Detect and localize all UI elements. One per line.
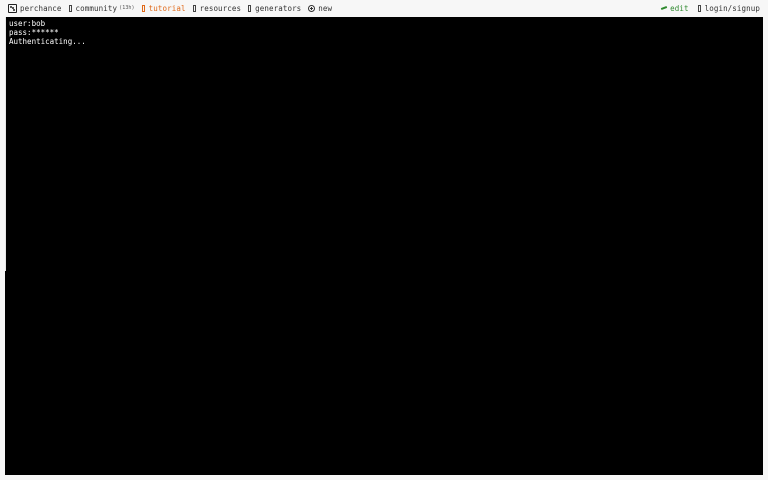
- nav-item-community[interactable]: community (13h): [68, 3, 135, 13]
- nav-item-new[interactable]: new: [308, 4, 332, 13]
- nav-left-group: perchance community (13h) tutorial resou…: [8, 3, 339, 13]
- nav-item-generators[interactable]: generators: [248, 4, 301, 13]
- nav-right-group: edit login/signup: [652, 4, 760, 13]
- nav-item-tutorial[interactable]: tutorial: [141, 3, 186, 13]
- login-icon: [697, 4, 701, 12]
- community-icon: [68, 4, 72, 12]
- top-nav-bar: perchance community (13h) tutorial resou…: [0, 0, 768, 16]
- community-count-badge: (13h): [119, 5, 135, 11]
- nav-tutorial-label: tutorial: [148, 3, 186, 13]
- nav-resources-label: resources: [199, 3, 242, 13]
- nav-brand-label: perchance: [20, 3, 62, 13]
- generators-icon: [248, 4, 252, 12]
- terminal-output[interactable]: user:bob pass:****** Authenticating...: [5, 17, 763, 475]
- nav-edit-label: edit: [670, 3, 689, 13]
- nav-login-label: login/signup: [704, 3, 760, 13]
- terminal-line-user: user:bob: [9, 19, 46, 28]
- dice-icon: [8, 3, 17, 13]
- circle-plus-icon: [308, 4, 316, 12]
- terminal-line-pass: pass:******: [9, 28, 59, 37]
- nav-community-label: community: [75, 3, 118, 13]
- nav-item-resources[interactable]: resources: [192, 3, 242, 13]
- nav-item-edit[interactable]: edit: [660, 3, 689, 13]
- nav-generators-label: generators: [255, 3, 302, 13]
- nav-new-label: new: [318, 3, 333, 13]
- resources-icon: [192, 4, 196, 12]
- nav-item-login-signup[interactable]: login/signup: [697, 3, 760, 13]
- terminal-line-status: Authenticating...: [9, 37, 86, 46]
- nav-brand-perchance[interactable]: perchance: [8, 3, 62, 13]
- pencil-icon: [660, 6, 668, 10]
- tutorial-icon: [141, 4, 145, 12]
- page: perchance community (13h) tutorial resou…: [0, 0, 768, 480]
- terminal-left-border: [5, 17, 6, 271]
